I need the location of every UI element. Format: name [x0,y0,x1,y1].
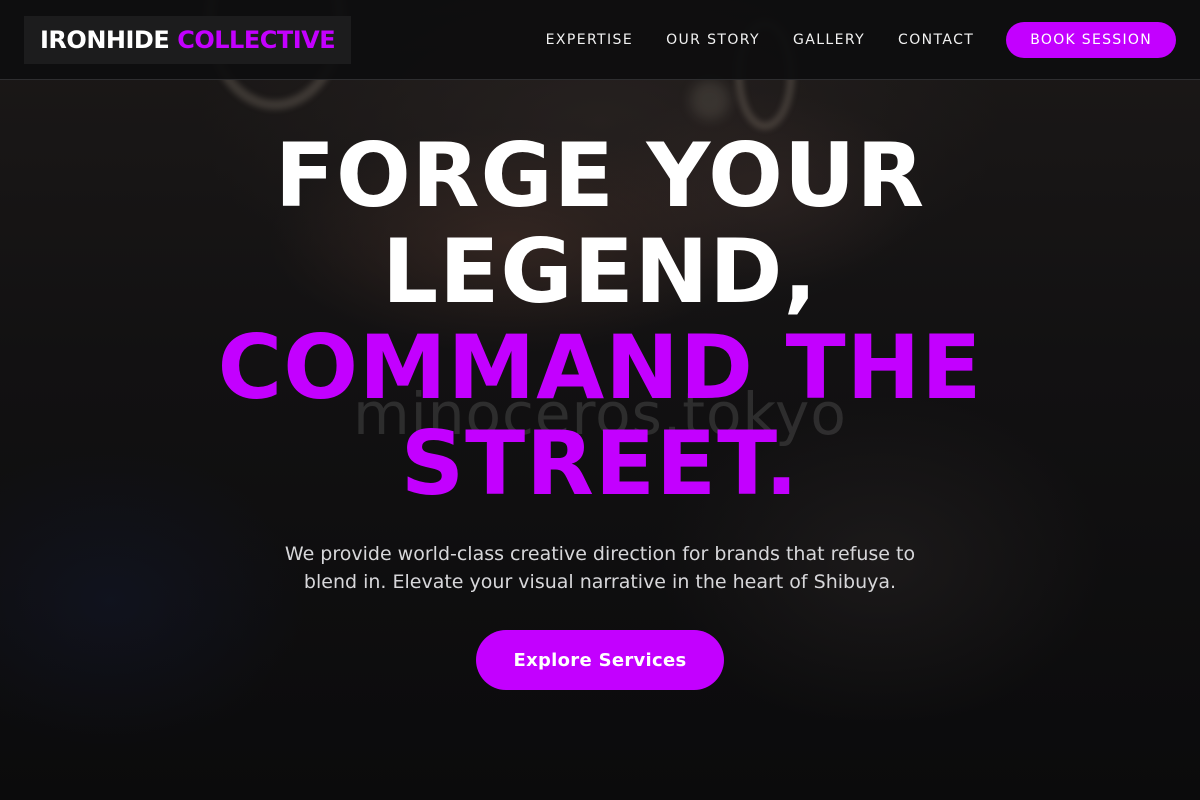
book-session-button[interactable]: BOOK SESSION [1006,21,1176,58]
hero-section: FORGE YOUR LEGEND, COMMAND THE STREET. W… [0,80,1200,800]
nav-link-gallery[interactable]: GALLERY [793,32,865,48]
nav-link-expertise[interactable]: EXPERTISE [546,32,633,48]
hero-subtitle: We provide world-class creative directio… [284,543,916,593]
site-header: IRONHIDE COLLECTIVE EXPERTISE OUR STORY … [0,0,1200,80]
headline-line-accent: COMMAND THE STREET. [217,316,983,515]
nav-link-contact[interactable]: CONTACT [898,32,974,48]
brand-name-accent: COLLECTIVE [177,25,336,54]
brand-logo[interactable]: IRONHIDE COLLECTIVE [24,15,352,64]
hero-headline: FORGE YOUR LEGEND, COMMAND THE STREET. [190,128,1010,512]
nav-link-our-story[interactable]: OUR STORY [666,32,760,48]
explore-services-button[interactable]: Explore Services [476,630,724,690]
main-nav: EXPERTISE OUR STORY GALLERY CONTACT BOOK… [546,21,1176,58]
headline-line-primary: FORGE YOUR LEGEND, [274,124,926,323]
brand-name-primary: IRONHIDE [40,25,170,54]
